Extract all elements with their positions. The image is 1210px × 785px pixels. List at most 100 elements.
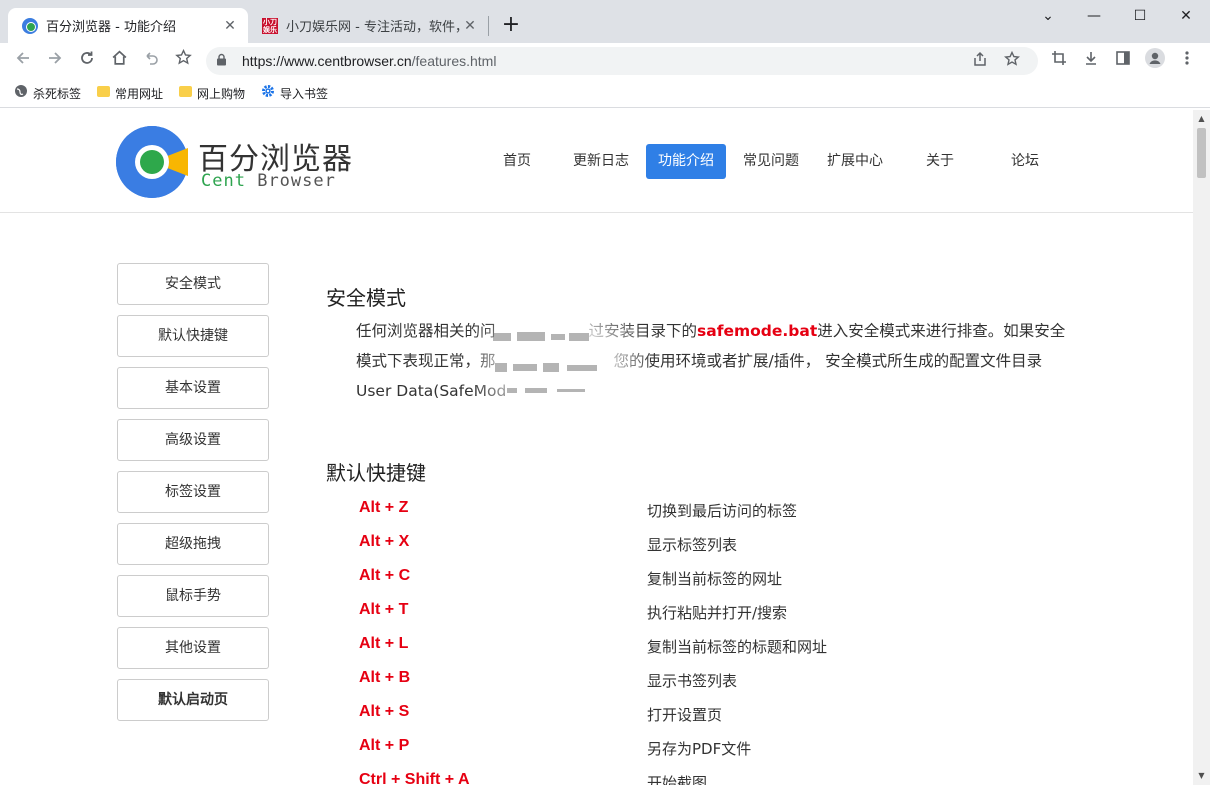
minimize-button[interactable]: — bbox=[1071, 4, 1117, 30]
sidebar-item-super-drag[interactable]: 超级拖拽 bbox=[117, 523, 269, 565]
undo-close-tab-button[interactable] bbox=[137, 48, 165, 74]
maximize-button[interactable]: ☐ bbox=[1117, 4, 1163, 30]
home-button[interactable] bbox=[105, 48, 133, 74]
bookmark-label: 杀死标签 bbox=[33, 86, 82, 101]
lock-icon bbox=[216, 53, 230, 69]
shortcut-key: Alt + L bbox=[359, 635, 409, 652]
shortcut-key: Alt + X bbox=[359, 533, 410, 550]
brand-word-browser: Browser bbox=[257, 171, 336, 191]
back-button[interactable] bbox=[9, 48, 37, 74]
bookmark-label: 常用网址 bbox=[115, 86, 164, 101]
gear-icon bbox=[261, 84, 275, 102]
shortcut-description: 开始截图 bbox=[647, 774, 708, 785]
menu-button[interactable] bbox=[1173, 48, 1201, 74]
tab-title: 小刀娱乐网 - 专注活动，软件，教 bbox=[286, 20, 462, 35]
nav-features[interactable]: 功能介绍 bbox=[646, 144, 726, 179]
folder-icon bbox=[179, 85, 193, 101]
obscured-text-fragments bbox=[493, 332, 597, 393]
tab-centbrowser-features[interactable]: 百分浏览器 - 功能介绍 ✕ bbox=[8, 8, 248, 43]
paragraph-line: 任何浏览器相关的问过安装目录下的safemode.bat进入安全模式来进行排查。… bbox=[356, 322, 1066, 340]
sidebar-item-default-startup-page[interactable]: 默认启动页 bbox=[117, 679, 269, 721]
bookmark-online-shopping[interactable]: 网上购物 bbox=[179, 85, 245, 102]
tab-xiaodao[interactable]: 小刀 娱乐 小刀娱乐网 - 专注活动，软件，教 ✕ bbox=[250, 8, 488, 43]
bookmark-kill-tabs[interactable]: 杀死标签 bbox=[14, 84, 81, 102]
shortcut-row: Ctrl + Shift + A 开始截图 bbox=[359, 771, 1059, 785]
shortcut-row: Alt + B 显示书签列表 bbox=[359, 669, 1059, 697]
share-icon[interactable] bbox=[964, 51, 996, 71]
sidebar-item-tab-settings[interactable]: 标签设置 bbox=[117, 471, 269, 513]
shortcut-description: 复制当前标签的标题和网址 bbox=[647, 638, 828, 656]
nav-faq[interactable]: 常见问题 bbox=[736, 144, 806, 179]
url-text[interactable]: https://www.centbrowser.cn/features.html bbox=[242, 53, 964, 69]
brand-name-english: Cent Browser bbox=[201, 171, 336, 191]
reload-button[interactable] bbox=[73, 48, 101, 74]
shortcut-row: Alt + P 另存为PDF文件 bbox=[359, 737, 1059, 765]
sidebar-item-mouse-gestures[interactable]: 鼠标手势 bbox=[117, 575, 269, 617]
close-window-button[interactable]: ✕ bbox=[1163, 4, 1209, 30]
nav-extensions[interactable]: 扩展中心 bbox=[820, 144, 890, 179]
shortcut-key: Alt + P bbox=[359, 737, 410, 754]
tab-search-button[interactable]: ⌄ bbox=[1025, 4, 1071, 30]
section-title-shortcuts: 默认快捷键 bbox=[326, 461, 426, 485]
shortcut-key: Alt + Z bbox=[359, 499, 409, 516]
shortcut-row: Alt + C 复制当前标签的网址 bbox=[359, 567, 1059, 595]
xiaodao-favicon-icon: 小刀 娱乐 bbox=[262, 17, 278, 34]
side-panel-icon bbox=[1116, 51, 1130, 65]
new-tab-button[interactable]: + bbox=[498, 12, 524, 38]
tab-divider bbox=[488, 16, 489, 36]
nav-about[interactable]: 关于 bbox=[913, 144, 967, 179]
side-panel-button[interactable] bbox=[1109, 48, 1137, 74]
page-scrollbar[interactable]: ▲ ▼ bbox=[1193, 110, 1210, 785]
shortcut-row: Alt + Z 切换到最后访问的标签 bbox=[359, 499, 1059, 527]
section-title-safe-mode: 安全模式 bbox=[326, 286, 406, 310]
address-bar[interactable]: https://www.centbrowser.cn/features.html bbox=[206, 47, 1038, 75]
shortcut-description: 显示标签列表 bbox=[647, 536, 738, 554]
shortcut-key: Ctrl + Shift + A bbox=[359, 771, 470, 785]
shortcut-key: Alt + C bbox=[359, 567, 411, 584]
download-button[interactable] bbox=[1077, 48, 1105, 74]
globe-icon bbox=[14, 84, 28, 102]
scroll-down-arrow-icon[interactable]: ▼ bbox=[1193, 769, 1210, 783]
close-tab-icon[interactable]: ✕ bbox=[222, 18, 238, 34]
paragraph-line: 模式下表现正常，那 您的使用环境或者扩展/插件， 安全模式所生成的配置文件目录 bbox=[356, 352, 1043, 370]
cent-browser-logo[interactable] bbox=[116, 126, 188, 198]
bookmark-page-star-icon[interactable] bbox=[996, 50, 1028, 71]
bookmark-import[interactable]: 导入书签 bbox=[261, 84, 328, 102]
shortcut-key: Alt + S bbox=[359, 703, 410, 720]
shortcut-description: 复制当前标签的网址 bbox=[647, 570, 783, 588]
web-page: 百分浏览器 Cent Browser 首页 更新日志 功能介绍 常见问题 扩展中… bbox=[0, 110, 1193, 785]
bookmark-star-button[interactable] bbox=[169, 48, 197, 74]
tab-strip: 百分浏览器 - 功能介绍 ✕ 小刀 娱乐 小刀娱乐网 - 专注活动，软件，教 ✕ … bbox=[0, 0, 1210, 43]
sidebar-item-default-shortcuts[interactable]: 默认快捷键 bbox=[117, 315, 269, 357]
shortcut-row: Alt + X 显示标签列表 bbox=[359, 533, 1059, 561]
screenshot-button[interactable] bbox=[1045, 48, 1073, 74]
sidebar-item-safe-mode[interactable]: 安全模式 bbox=[117, 263, 269, 305]
nav-home[interactable]: 首页 bbox=[490, 144, 544, 179]
back-arrow-icon bbox=[16, 52, 29, 64]
bookmark-common-sites[interactable]: 常用网址 bbox=[97, 85, 163, 102]
scroll-up-arrow-icon[interactable]: ▲ bbox=[1193, 112, 1210, 126]
close-tab-icon[interactable]: ✕ bbox=[462, 18, 478, 34]
browser-toolbar: https://www.centbrowser.cn/features.html bbox=[0, 43, 1210, 79]
home-icon bbox=[112, 50, 126, 65]
crop-icon bbox=[1052, 51, 1066, 65]
nav-forum[interactable]: 论坛 bbox=[998, 144, 1052, 179]
profile-button[interactable] bbox=[1141, 48, 1169, 74]
sidebar-item-basic-settings[interactable]: 基本设置 bbox=[117, 367, 269, 409]
safemode-bat-highlight: safemode.bat bbox=[697, 322, 818, 340]
url-host: https://www.centbrowser.cn bbox=[242, 53, 412, 69]
shortcut-description: 切换到最后访问的标签 bbox=[647, 502, 798, 520]
site-header: 百分浏览器 Cent Browser 首页 更新日志 功能介绍 常见问题 扩展中… bbox=[0, 110, 1193, 213]
sidebar-item-advanced-settings[interactable]: 高级设置 bbox=[117, 419, 269, 461]
shortcut-key: Alt + T bbox=[359, 601, 409, 618]
scrollbar-thumb[interactable] bbox=[1197, 128, 1206, 178]
safe-mode-description: 任何浏览器相关的问过安装目录下的safemode.bat进入安全模式来进行排查。… bbox=[356, 316, 1096, 406]
shortcut-row: Alt + S 打开设置页 bbox=[359, 703, 1059, 731]
shortcut-row: Alt + T 执行粘贴并打开/搜索 bbox=[359, 601, 1059, 629]
cent-browser-favicon-icon bbox=[22, 17, 38, 34]
forward-button[interactable] bbox=[41, 48, 69, 74]
shortcut-key: Alt + B bbox=[359, 669, 411, 686]
nav-changelog[interactable]: 更新日志 bbox=[566, 144, 636, 179]
sidebar-item-other-settings[interactable]: 其他设置 bbox=[117, 627, 269, 669]
shortcut-description: 打开设置页 bbox=[647, 706, 723, 724]
